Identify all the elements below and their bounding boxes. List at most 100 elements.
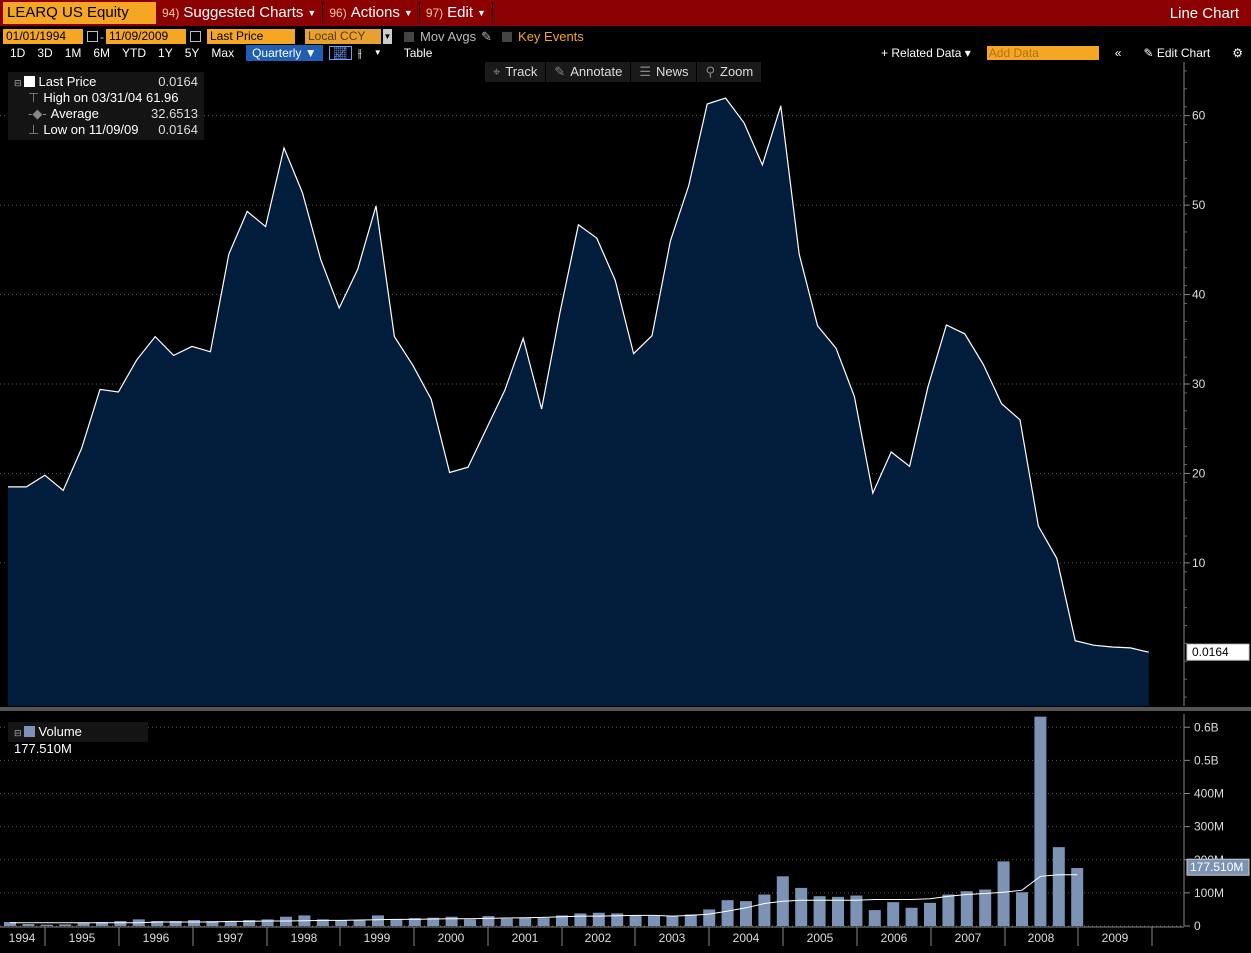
price-legend: ⊟ Last Price 0.0164 ⊤ High on 03/31/04 61.… xyxy=(8,72,204,140)
x-tick-label: 1998 xyxy=(291,931,318,945)
legend-low-value: 0.0164 xyxy=(158,122,198,137)
volume-bar xyxy=(666,916,679,926)
news-tool[interactable]: ☰ News xyxy=(631,62,698,82)
legend-average-value: 32.6513 xyxy=(151,106,198,121)
panel-divider[interactable] xyxy=(0,707,1251,711)
legend-high-value: 61.96 xyxy=(145,90,179,105)
volume-bar xyxy=(1052,847,1065,926)
volume-bar xyxy=(261,919,274,926)
x-tick-label: 1994 xyxy=(9,931,36,945)
volume-bar xyxy=(482,916,495,926)
price-tick-label: 20 xyxy=(1192,466,1206,480)
volume-tag: 177.510M xyxy=(1186,858,1250,876)
x-tick-label: 1995 xyxy=(69,931,96,945)
price-tick-label: 30 xyxy=(1192,377,1206,391)
volume-bar xyxy=(887,902,900,926)
legend-last-price-label: Last Price xyxy=(38,74,97,89)
legend-last-price[interactable]: ⊟ Last Price 0.0164 xyxy=(14,74,198,90)
volume-axis: 0100M200M300M400M0.5B0.6B xyxy=(1183,714,1224,933)
x-tick-label: 2007 xyxy=(955,931,982,945)
zoom-tool[interactable]: ⚲ Zoom xyxy=(697,62,763,82)
low-marker-icon: ⊥ xyxy=(28,122,40,137)
volume-bar xyxy=(114,921,127,926)
price-tick-label: 40 xyxy=(1192,288,1206,302)
volume-legend-label: Volume xyxy=(38,724,82,739)
x-tick-label: 2004 xyxy=(733,931,760,945)
volume-bars xyxy=(4,716,1084,926)
volume-bar xyxy=(905,907,918,926)
legend-swatch xyxy=(23,76,35,87)
volume-bar xyxy=(740,901,752,926)
volume-tick-label: 100M xyxy=(1194,886,1224,900)
volume-bar xyxy=(464,919,476,926)
volume-bar xyxy=(1071,868,1084,926)
volume-bar xyxy=(40,924,53,926)
volume-bar xyxy=(500,918,513,926)
volume-bar xyxy=(1034,716,1047,926)
price-tick-label: 10 xyxy=(1192,556,1206,570)
x-tick-label: 1999 xyxy=(364,931,391,945)
annotate-tool[interactable]: ✎ Annotate xyxy=(546,62,632,82)
volume-bar xyxy=(592,912,605,926)
price-area xyxy=(8,98,1149,707)
volume-bar xyxy=(703,909,716,926)
x-tick-label: 2000 xyxy=(438,931,465,945)
volume-bar xyxy=(997,861,1010,926)
volume-bar xyxy=(648,916,660,926)
x-tick-label: 2002 xyxy=(585,931,612,945)
search-icon: ⚲ xyxy=(705,64,716,79)
volume-bar xyxy=(924,902,936,926)
x-tick-label: 2001 xyxy=(512,931,539,945)
price-tick-label: 60 xyxy=(1192,109,1206,123)
high-marker-icon: ⊤ xyxy=(28,90,40,105)
volume-legend[interactable]: ⊟ Volume 177.510M xyxy=(8,722,148,756)
volume-bar xyxy=(445,916,458,926)
volume-tag-text: 177.510M xyxy=(1190,860,1243,874)
x-tick-label: 2005 xyxy=(807,931,834,945)
track-label: Track xyxy=(505,64,538,79)
pencil-icon: ✎ xyxy=(554,64,566,79)
volume-bar xyxy=(519,918,532,926)
volume-bar xyxy=(960,891,973,926)
collapse-icon[interactable]: ⊟ xyxy=(14,728,22,738)
volume-bar xyxy=(224,921,237,926)
volume-bar xyxy=(574,913,587,926)
x-tick-label: 1996 xyxy=(143,931,170,945)
volume-bar xyxy=(390,919,403,926)
volume-bar xyxy=(684,914,697,926)
legend-last-price-value: 0.0164 xyxy=(158,74,198,89)
volume-tick-label: 400M xyxy=(1194,787,1224,801)
volume-legend-value: 177.510M xyxy=(14,741,72,756)
last-price-tag-text: 0.0164 xyxy=(1192,645,1229,659)
chart-tools: ⌖ Track ✎ Annotate ☰ News ⚲ Zoom xyxy=(485,62,763,82)
crosshair-icon: ⌖ xyxy=(493,64,501,79)
volume-bar xyxy=(59,924,72,926)
volume-bar xyxy=(721,900,734,926)
volume-tick-label: 0.6B xyxy=(1194,720,1219,734)
volume-bar xyxy=(942,894,955,926)
news-icon: ☰ xyxy=(639,64,651,79)
news-label: News xyxy=(655,64,689,79)
volume-bar xyxy=(832,896,844,926)
track-tool[interactable]: ⌖ Track xyxy=(485,62,547,82)
volume-bar xyxy=(335,920,348,926)
volume-bar xyxy=(537,918,550,926)
x-tick-label: 2003 xyxy=(659,931,686,945)
legend-high: ⊤ High on 03/31/04 61.96 xyxy=(14,90,198,106)
volume-bar xyxy=(372,915,384,926)
last-price-tag: 0.0164 xyxy=(1186,643,1250,661)
price-axis: 10 20 30 40 50 60 xyxy=(1183,62,1206,706)
volume-bar xyxy=(1016,892,1028,926)
legend-average-label: Average xyxy=(50,106,99,121)
legend-low: ⊥ Low on 11/09/09 0.0164 xyxy=(14,122,198,138)
volume-bar xyxy=(868,910,881,926)
collapse-icon[interactable]: ⊟ xyxy=(14,78,22,88)
legend-average: -◆- Average 32.6513 xyxy=(14,106,198,122)
volume-swatch xyxy=(23,726,35,737)
x-axis: 1994 1995 1996 1997 1998 1999 2000 2001 2002 2003… xyxy=(0,926,1184,946)
legend-high-label: High on 03/31/04 xyxy=(43,90,143,105)
volume-bar xyxy=(353,920,366,926)
volume-bar xyxy=(979,889,992,926)
annotate-label: Annotate xyxy=(570,64,623,79)
volume-bar xyxy=(629,915,642,926)
